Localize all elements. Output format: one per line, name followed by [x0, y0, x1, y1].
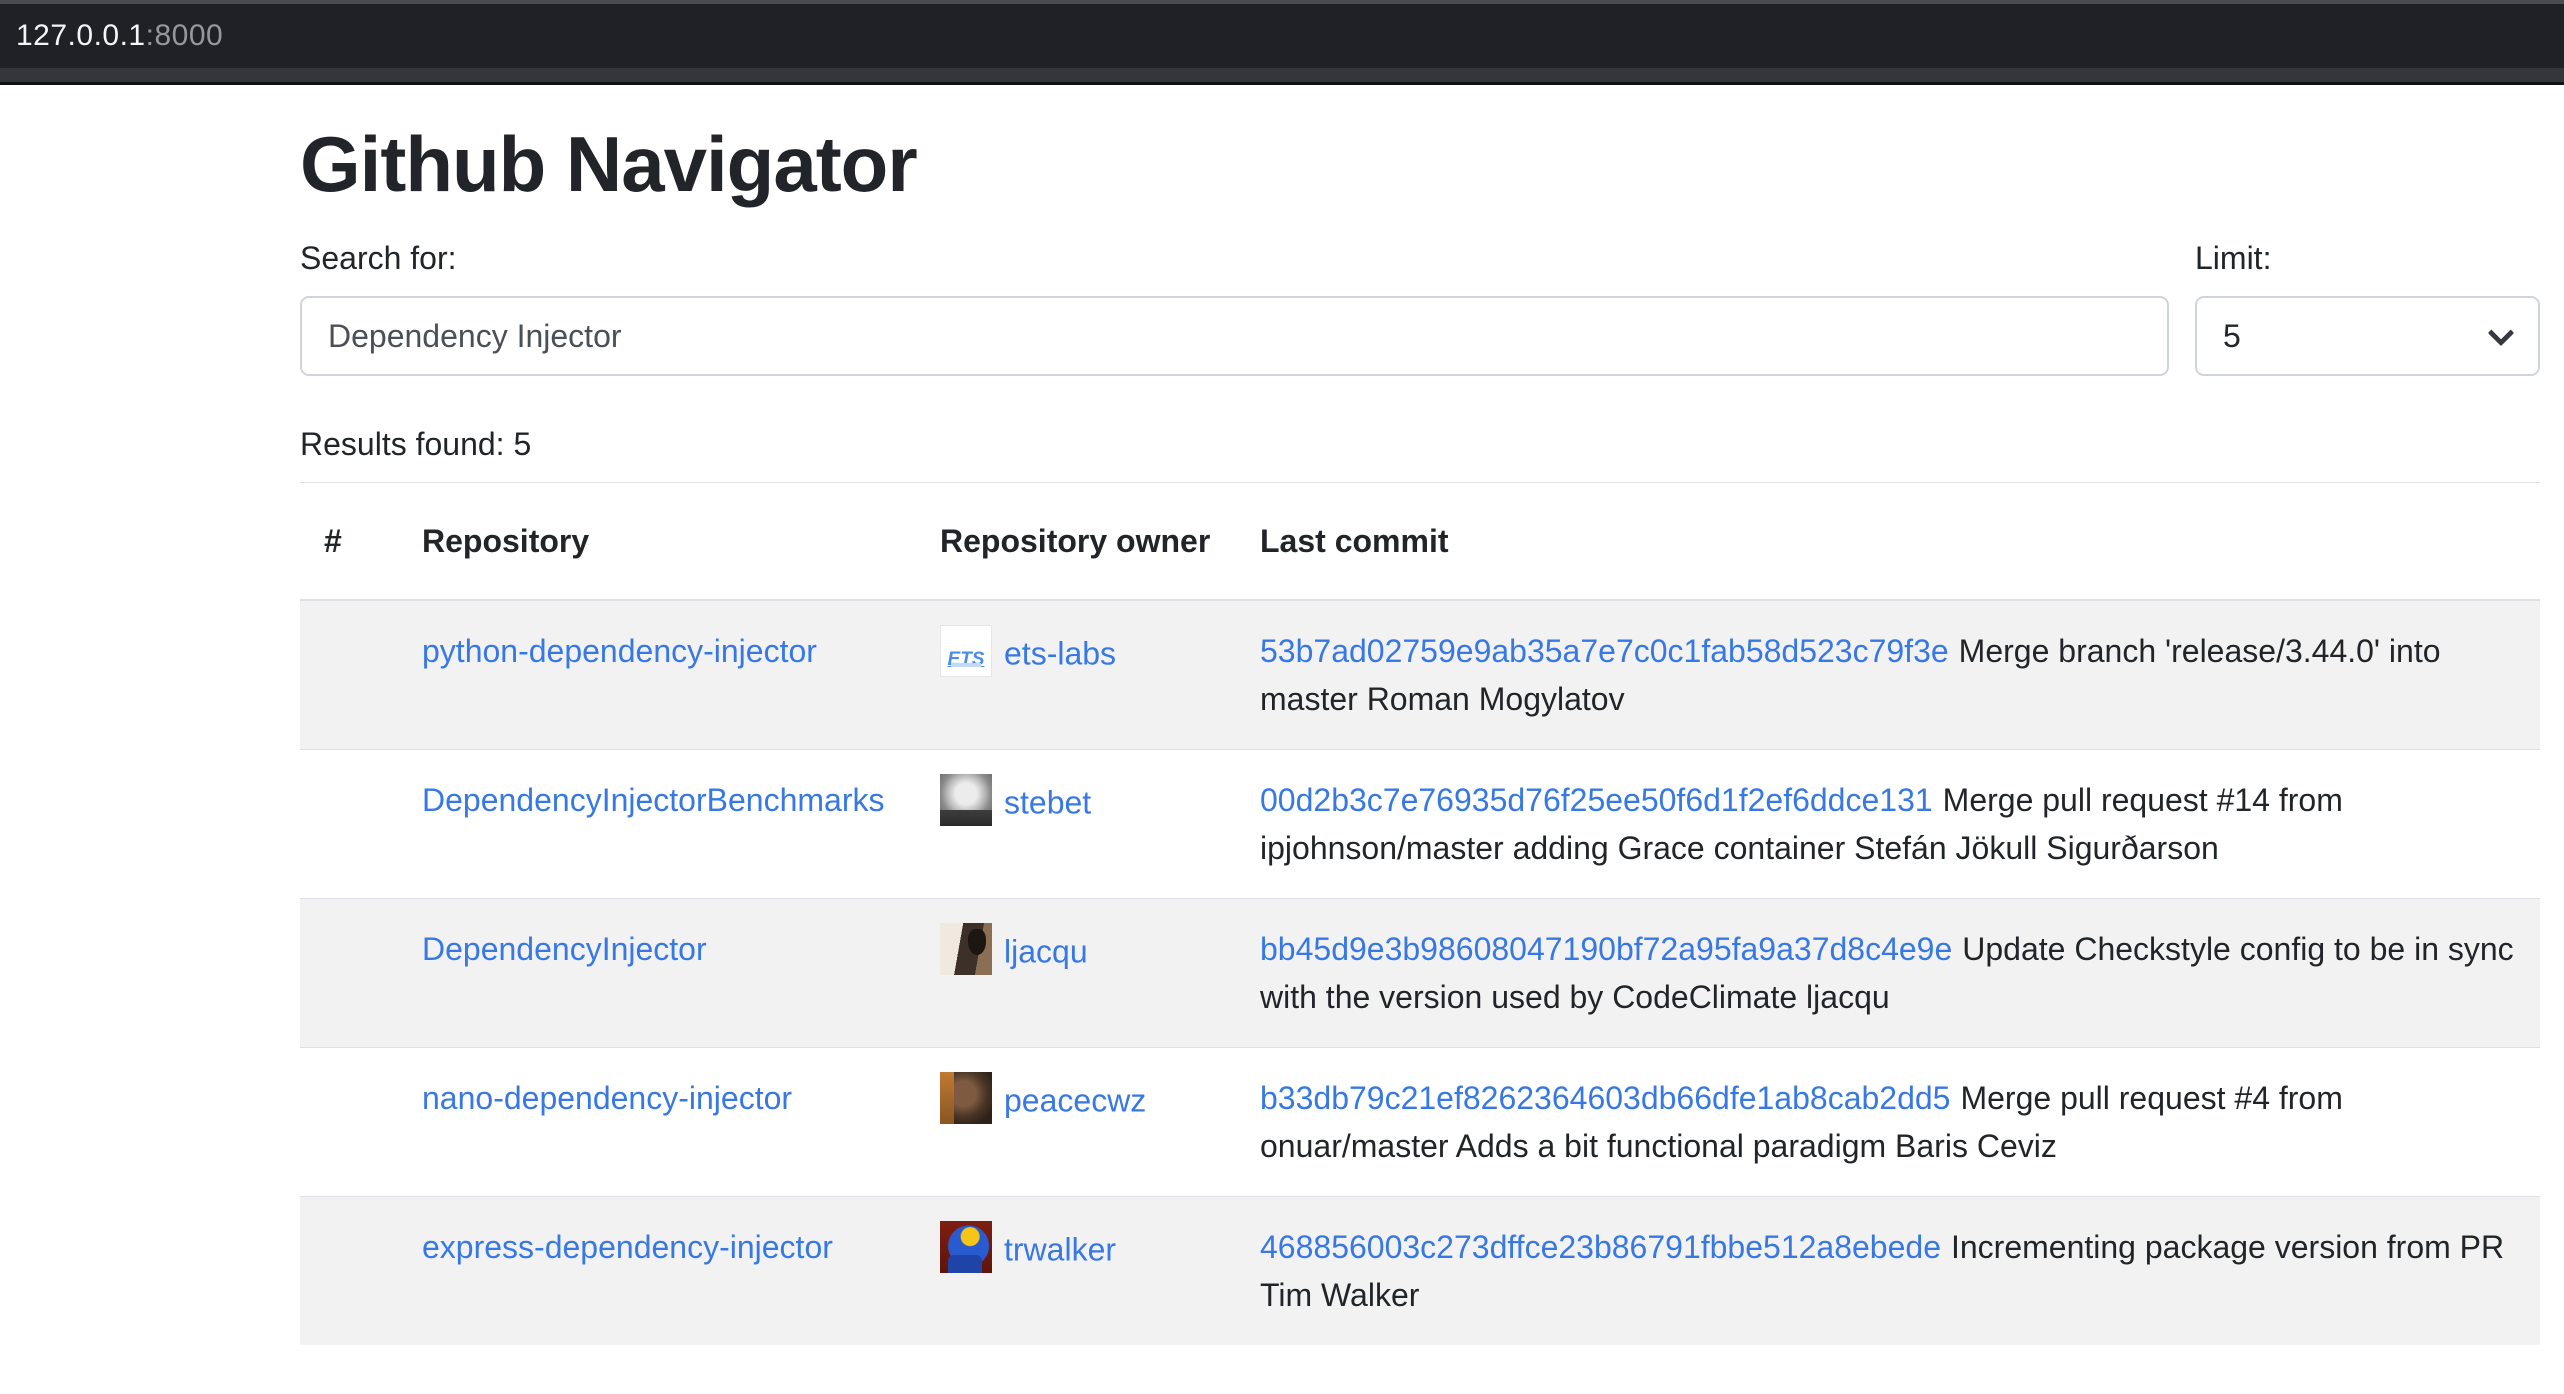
table-row: DependencyInjectorBenchmarks stebet 00d2… [300, 750, 2540, 899]
row-num-cell [300, 899, 398, 1048]
table-row: DependencyInjector ljacqu bb45d9e3b98608… [300, 899, 2540, 1048]
repository-cell: python-dependency-injector [398, 600, 916, 750]
owner-link[interactable]: ljacqu [1004, 934, 1088, 970]
commit-cell: bb45d9e3b98608047190bf72a95fa9a37d8c4e9e… [1236, 899, 2540, 1048]
repository-cell: nano-dependency-injector [398, 1048, 916, 1197]
column-header-last-commit: Last commit [1236, 483, 2540, 601]
row-num-cell [300, 750, 398, 899]
address-url[interactable]: 127.0.0.1:8000 [16, 19, 223, 53]
url-host: 127.0.0.1 [16, 19, 146, 52]
owner-avatar: ETS [940, 625, 992, 677]
repository-link[interactable]: express-dependency-injector [422, 1229, 833, 1265]
owner-cell: ETS ets-labs [916, 600, 1236, 750]
owner-cell: ljacqu [916, 899, 1236, 1048]
commit-hash-link[interactable]: b33db79c21ef8262364603db66dfe1ab8cab2dd5 [1260, 1080, 1950, 1116]
repository-link[interactable]: DependencyInjector [422, 931, 707, 967]
table-header: # Repository Repository owner Last commi… [300, 483, 2540, 601]
owner-avatar [940, 923, 992, 975]
table-header-row: # Repository Repository owner Last commi… [300, 483, 2540, 601]
owner-link[interactable]: peacecwz [1004, 1083, 1146, 1119]
table-row: express-dependency-injector trwalker 468… [300, 1197, 2540, 1346]
commit-hash-link[interactable]: 53b7ad02759e9ab35a7e7c0c1fab58d523c79f3e [1260, 633, 1949, 669]
limit-select[interactable]: 5 [2195, 296, 2540, 376]
search-form: Search for: Limit: 5 [300, 234, 2540, 376]
row-num-cell [300, 1197, 398, 1346]
limit-select-wrap: 5 [2195, 296, 2540, 376]
commit-cell: 468856003c273dffce23b86791fbbe512a8ebede… [1236, 1197, 2540, 1346]
commit-cell: 53b7ad02759e9ab35a7e7c0c1fab58d523c79f3e… [1236, 600, 2540, 750]
search-column: Search for: [300, 234, 2169, 376]
owner-cell: trwalker [916, 1197, 1236, 1346]
owner-avatar [940, 774, 992, 826]
commit-hash-link[interactable]: 00d2b3c7e76935d76f25ee50f6d1f2ef6ddce131 [1260, 782, 1933, 818]
page-container: Github Navigator Search for: Limit: 5 Re… [300, 85, 2540, 1345]
column-header-repository: Repository [398, 483, 916, 601]
search-label: Search for: [300, 234, 2169, 282]
repository-cell: DependencyInjector [398, 899, 916, 1048]
repository-link[interactable]: python-dependency-injector [422, 633, 817, 669]
owner-link[interactable]: stebet [1004, 785, 1091, 821]
table-row: nano-dependency-injector peacecwz b33db7… [300, 1048, 2540, 1197]
table-row: python-dependency-injector ETS ets-labs 5… [300, 600, 2540, 750]
owner-cell: stebet [916, 750, 1236, 899]
url-port: :8000 [146, 19, 224, 52]
table-body: python-dependency-injector ETS ets-labs 5… [300, 600, 2540, 1345]
limit-label: Limit: [2195, 234, 2540, 282]
repository-cell: express-dependency-injector [398, 1197, 916, 1346]
search-input[interactable] [300, 296, 2169, 376]
repository-cell: DependencyInjectorBenchmarks [398, 750, 916, 899]
repository-link[interactable]: nano-dependency-injector [422, 1080, 792, 1116]
results-count: Results found: 5 [300, 420, 2540, 468]
avatar-logo-text: ETS [941, 636, 991, 677]
row-num-cell [300, 1048, 398, 1197]
limit-column: Limit: 5 [2195, 234, 2540, 376]
owner-cell: peacecwz [916, 1048, 1236, 1197]
results-table: # Repository Repository owner Last commi… [300, 482, 2540, 1345]
column-header-num: # [300, 483, 398, 601]
commit-hash-link[interactable]: 468856003c273dffce23b86791fbbe512a8ebede [1260, 1229, 1941, 1265]
column-header-owner: Repository owner [916, 483, 1236, 601]
browser-bar: 127.0.0.1:8000 [0, 0, 2564, 85]
address-bar[interactable]: 127.0.0.1:8000 [0, 4, 2564, 68]
repository-link[interactable]: DependencyInjectorBenchmarks [422, 782, 884, 818]
browser-bottom-strip [0, 68, 2564, 82]
commit-cell: b33db79c21ef8262364603db66dfe1ab8cab2dd5… [1236, 1048, 2540, 1197]
owner-link[interactable]: ets-labs [1004, 636, 1116, 672]
row-num-cell [300, 600, 398, 750]
owner-avatar [940, 1221, 992, 1273]
page-title: Github Navigator [300, 119, 2540, 210]
owner-avatar [940, 1072, 992, 1124]
commit-cell: 00d2b3c7e76935d76f25ee50f6d1f2ef6ddce131… [1236, 750, 2540, 899]
owner-link[interactable]: trwalker [1004, 1232, 1116, 1268]
commit-hash-link[interactable]: bb45d9e3b98608047190bf72a95fa9a37d8c4e9e [1260, 931, 1952, 967]
